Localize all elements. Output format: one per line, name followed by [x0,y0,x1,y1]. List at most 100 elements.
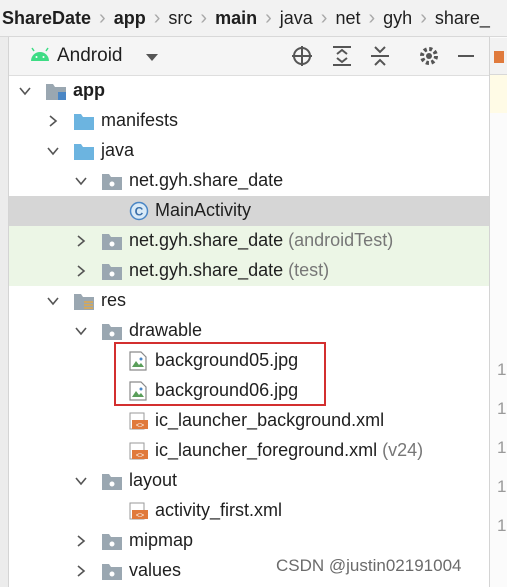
breadcrumb-src[interactable]: src [166,8,194,29]
chevron-right-icon[interactable] [75,535,87,547]
locate-icon[interactable] [291,45,313,67]
collapse-all-icon[interactable] [369,45,391,67]
breadcrumb-java[interactable]: java [278,8,315,29]
left-tool-strip [0,37,9,587]
tree-item-package[interactable]: net.gyh.share_date [9,166,489,196]
chevron-down-icon[interactable] [75,325,87,337]
package-icon [102,174,122,190]
expand-all-icon[interactable] [331,45,353,67]
chevron-right-icon[interactable] [47,115,59,127]
tree-item-label: layout [129,470,178,490]
tree-item-label: net.gyh.share_date [129,170,284,190]
editor-current-line [490,75,507,113]
tree-item-label: res [101,290,127,310]
breadcrumb-share[interactable]: share_ [433,8,492,29]
tree-item-label: java [101,140,135,160]
tree-item-label: manifests [101,110,179,130]
line-number: 1 [497,399,507,418]
minimize-icon[interactable] [455,45,477,67]
line-number: 1 [497,516,507,535]
folder-icon [102,474,122,490]
project-view-selector[interactable]: Android [57,45,123,67]
module-folder-icon [46,84,66,100]
breadcrumb-net[interactable]: net [333,8,362,29]
tree-item-label: MainActivity [155,200,252,220]
breadcrumb-main[interactable]: main [213,8,259,29]
folder-icon [74,114,94,130]
gear-icon[interactable] [418,45,440,67]
breadcrumb-separator: › [200,6,208,29]
tree-item-label: ic_launcher_background.xml [155,410,385,430]
watermark: CSDN @justin02191004 [276,556,462,575]
folder-icon [102,324,122,340]
tree-item-manifests[interactable]: manifests [9,106,489,136]
tree-item-java[interactable]: java [9,136,489,166]
package-name: net.gyh.share_date [129,230,284,250]
tree-item-main-activity[interactable]: C MainActivity [9,196,489,226]
chevron-right-icon[interactable] [75,565,87,577]
package-icon [102,234,122,250]
breadcrumb-separator: › [320,6,328,29]
svg-text:<>: <> [136,423,144,430]
tree-item-label: net.gyh.share_date (androidTest) [129,230,393,251]
file-tab-icon [494,51,504,63]
folder-icon [74,144,94,160]
xml-file-icon: <> [129,412,148,430]
tree-item-ic-launcher-foreground[interactable]: <> ic_launcher_foreground.xml (v24) [9,436,489,466]
breadcrumb-app[interactable]: app [112,8,148,29]
tree-item-layout[interactable]: layout [9,466,489,496]
tree-item-label: app [73,80,106,100]
svg-text:C: C [135,205,144,219]
svg-text:<>: <> [136,453,144,460]
tree-item-ic-launcher-background[interactable]: <> ic_launcher_background.xml [9,406,489,436]
qualifier-suffix: (v24) [382,440,424,460]
file-name: ic_launcher_foreground.xml [155,440,378,460]
breadcrumb-separator: › [99,6,106,29]
tree-item-app[interactable]: app [9,76,489,106]
folder-icon [102,534,122,550]
tree-item-label: drawable [129,320,203,340]
tree-item-label: ic_launcher_foreground.xml (v24) [155,440,423,461]
breadcrumb-separator: › [368,6,376,29]
chevron-right-icon[interactable] [75,235,87,247]
class-icon: C [129,201,149,221]
package-name: net.gyh.share_date [129,260,284,280]
line-number: 1 [497,438,507,457]
svg-text:<>: <> [136,513,144,520]
xml-file-icon: <> [129,442,148,460]
project-toolbar: Android [9,37,489,76]
folder-icon [102,564,122,580]
tree-item-package-test[interactable]: net.gyh.share_date (test) [9,256,489,286]
tree-item-activity-first[interactable]: <> activity_first.xml [9,496,489,526]
tree-item-mipmap[interactable]: mipmap [9,526,489,556]
chevron-down-icon[interactable] [47,145,59,157]
source-set-suffix: (test) [288,260,330,280]
tree-item-label: net.gyh.share_date (test) [129,260,329,281]
highlight-box [114,342,326,406]
breadcrumb-gyh[interactable]: gyh [381,8,414,29]
tree-item-label: values [129,560,182,580]
breadcrumb-separator: › [420,6,427,29]
chevron-down-icon[interactable] [75,175,87,187]
chevron-right-icon[interactable] [75,265,87,277]
chevron-down-icon[interactable] [19,85,31,97]
package-icon [102,264,122,280]
editor-gutter [489,37,507,587]
triangle-down-icon[interactable] [145,51,159,65]
breadcrumb-project[interactable]: ShareDate [0,8,93,29]
breadcrumb-separator: › [153,6,161,29]
android-icon [31,47,49,61]
chevron-down-icon[interactable] [47,295,59,307]
xml-file-icon: <> [129,502,148,520]
editor-tab-bar[interactable] [490,38,507,75]
line-number: 1 [497,477,507,496]
line-number: 1 [497,360,507,379]
breadcrumb: ShareDate › app › src › main › java › ne… [0,0,507,37]
tree-item-label: mipmap [129,530,194,550]
resource-folder-icon [74,294,94,310]
tree-item-package-android-test[interactable]: net.gyh.share_date (androidTest) [9,226,489,256]
source-set-suffix: (androidTest) [288,230,394,250]
breadcrumb-separator: › [265,6,272,29]
tree-item-res[interactable]: res [9,286,489,316]
chevron-down-icon[interactable] [75,475,87,487]
